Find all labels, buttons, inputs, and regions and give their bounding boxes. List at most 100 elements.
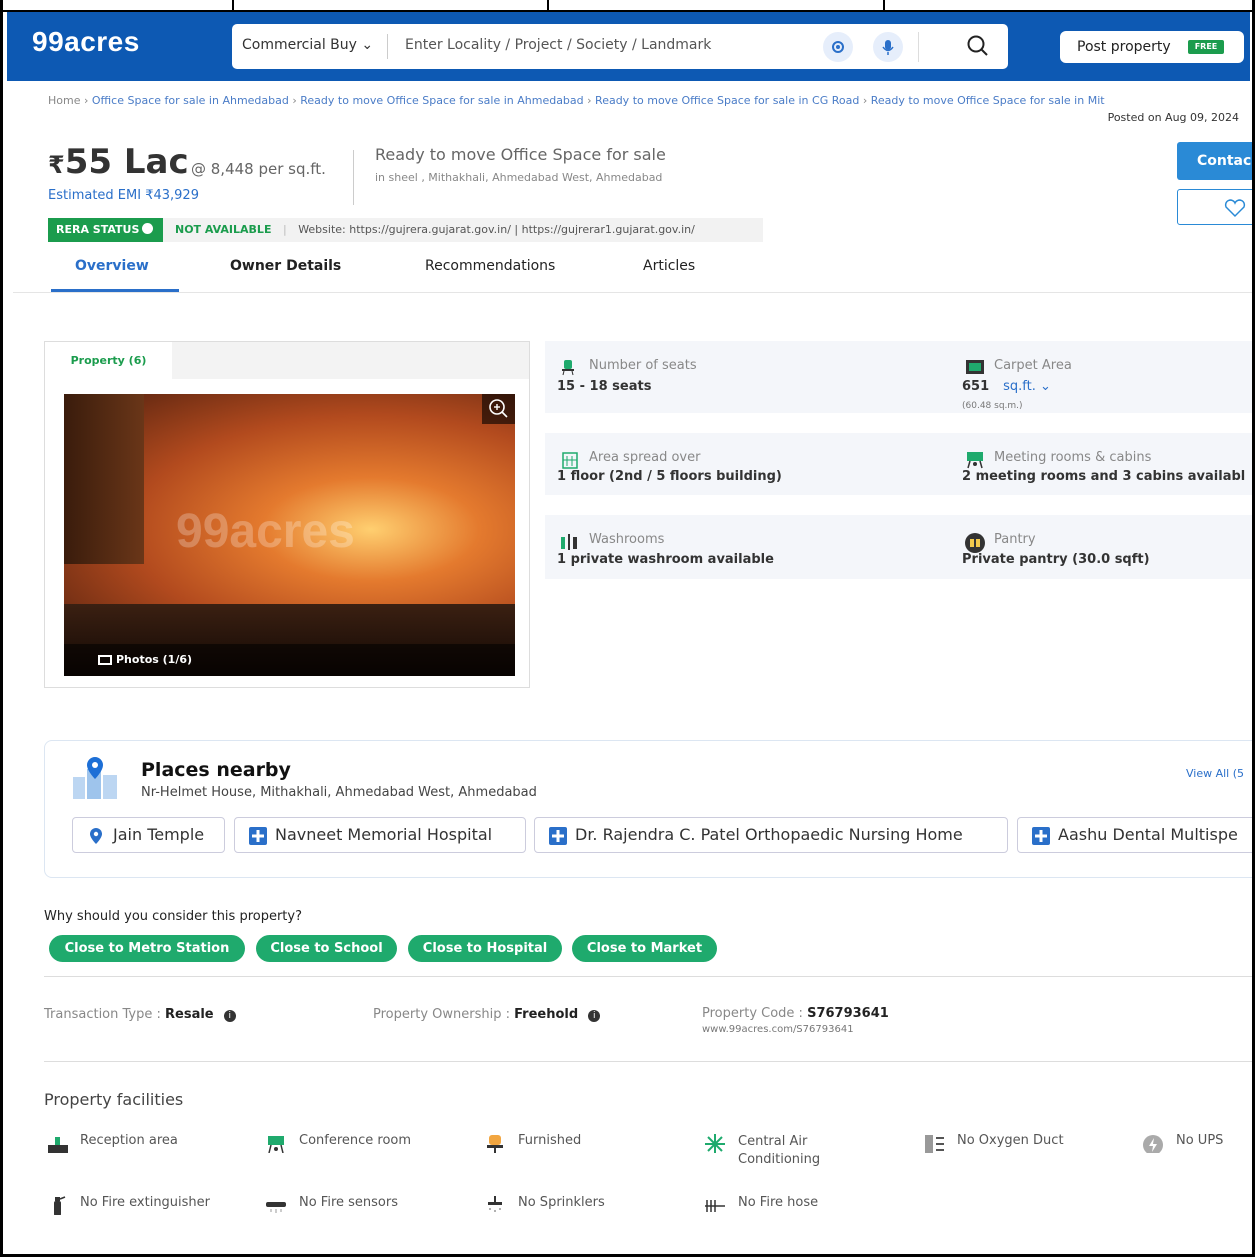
transaction-type: Transaction Type : Resale i xyxy=(44,1007,236,1022)
hospital-icon xyxy=(549,827,567,845)
search-input[interactable]: Enter Locality / Project / Society / Lan… xyxy=(405,37,711,53)
info-icon[interactable] xyxy=(142,223,154,234)
power-icon xyxy=(1143,1135,1163,1153)
detail-meeting-rooms: Meeting rooms & cabins 2 meeting rooms a… xyxy=(950,433,1252,495)
property-details: Number of seats 15 - 18 seats Carpet Are… xyxy=(545,341,1252,579)
watermark: 99acres xyxy=(176,505,355,558)
detail-pantry: Pantry Private pantry (30.0 sqft) xyxy=(950,515,1252,579)
chevron-down-icon: ⌄ xyxy=(361,37,374,53)
tab-articles[interactable]: Articles xyxy=(643,258,695,274)
why-consider-title: Why should you consider this property? xyxy=(44,909,302,924)
gallery-tab-property[interactable]: Property (6) xyxy=(45,342,172,380)
info-icon[interactable]: i xyxy=(223,1010,236,1022)
detail-washrooms: Washrooms 1 private washroom available xyxy=(545,515,950,579)
logo[interactable]: 99acres xyxy=(32,26,140,58)
price-per-sqft: @ 8,448 per sq.ft. xyxy=(191,160,326,178)
building-icon xyxy=(559,450,578,469)
unit-dropdown[interactable]: sq.ft. ⌄ xyxy=(1003,379,1051,394)
search-type-dropdown[interactable]: Commercial Buy ⌄ xyxy=(242,37,373,53)
location-pin-icon xyxy=(90,828,102,844)
property-code: Property Code : S76793641 xyxy=(702,1006,889,1021)
image-icon xyxy=(98,655,112,665)
place-chip[interactable]: Aashu Dental Multispe xyxy=(1017,817,1252,853)
property-photo[interactable]: 99acres Photos (1/6) xyxy=(64,394,515,676)
photo-gallery: Property (6) 99acres Photos (1/6) xyxy=(44,341,530,688)
post-property-button[interactable]: Post property FREE xyxy=(1060,31,1244,63)
property-ownership: Property Ownership : Freehold i xyxy=(373,1007,601,1022)
facility-item: No Oxygen Duct xyxy=(925,1133,1064,1153)
pantry-icon xyxy=(964,532,985,553)
page-frame: 99acres Commercial Buy ⌄ Enter Locality … xyxy=(0,0,1255,1257)
free-badge: FREE xyxy=(1188,40,1224,54)
breadcrumb: Home › Office Space for sale in Ahmedaba… xyxy=(48,94,1105,107)
price: ₹55 Lac xyxy=(48,142,189,182)
facility-item: Furnished xyxy=(487,1133,581,1153)
oxygen-duct-icon xyxy=(925,1135,944,1153)
breadcrumb-item[interactable]: Home xyxy=(48,94,80,107)
facility-item: No Fire extinguisher xyxy=(54,1195,210,1215)
sprinkler-icon xyxy=(488,1196,502,1212)
washroom-icon xyxy=(559,532,577,550)
facility-item: No Fire sensors xyxy=(266,1195,398,1213)
locate-icon[interactable] xyxy=(823,32,853,62)
facilities-title: Property facilities xyxy=(44,1090,184,1109)
facility-item: No UPS xyxy=(1143,1133,1223,1153)
contact-button[interactable]: Contac xyxy=(1177,142,1252,180)
view-all-link[interactable]: View All (5 xyxy=(1186,767,1244,780)
hospital-icon xyxy=(249,827,267,845)
tab-recommendations[interactable]: Recommendations xyxy=(425,258,555,274)
rera-info: NOT AVAILABLE | Website: https://gujrera… xyxy=(163,218,763,242)
air-conditioning-icon xyxy=(705,1134,725,1153)
search-bar[interactable]: Commercial Buy ⌄ Enter Locality / Projec… xyxy=(232,24,1008,69)
heart-icon xyxy=(1224,199,1246,218)
meeting-icon xyxy=(964,450,983,469)
hospital-icon xyxy=(1032,827,1050,845)
tab-owner-details[interactable]: Owner Details xyxy=(230,258,341,274)
info-icon[interactable]: i xyxy=(588,1010,601,1022)
place-chip[interactable]: Jain Temple xyxy=(72,817,225,853)
shortlist-button[interactable] xyxy=(1177,189,1252,225)
facility-item: No Sprinklers xyxy=(488,1195,605,1212)
place-chip[interactable]: Navneet Memorial Hospital xyxy=(234,817,526,853)
place-chip[interactable]: Dr. Rajendra C. Patel Orthopaedic Nursin… xyxy=(534,817,1008,853)
area-icon xyxy=(964,358,984,376)
highlight-tag: Close to Metro Station xyxy=(49,935,245,962)
nearby-address: Nr-Helmet House, Mithakhali, Ahmedabad W… xyxy=(141,785,537,800)
detail-seats: Number of seats 15 - 18 seats xyxy=(545,341,950,413)
fire-sensor-icon xyxy=(266,1202,286,1213)
places-nearby: Places nearby Nr-Helmet House, Mithakhal… xyxy=(44,740,1252,878)
microphone-icon[interactable] xyxy=(873,32,903,62)
rera-status-badge: RERA STATUS xyxy=(48,218,163,242)
property-location: in sheel , Mithakhali, Ahmedabad West, A… xyxy=(375,171,663,184)
property-url: www.99acres.com/S76793641 xyxy=(702,1024,854,1035)
facility-item: Conference room xyxy=(268,1133,411,1153)
highlight-tag: Close to School xyxy=(256,935,397,962)
facility-item: No Fire hose xyxy=(705,1195,818,1212)
rera-availability: NOT AVAILABLE xyxy=(175,223,272,236)
top-header: 99acres Commercial Buy ⌄ Enter Locality … xyxy=(7,12,1250,81)
breadcrumb-item[interactable]: Ready to move Office Space for sale in C… xyxy=(595,94,859,107)
posted-date: Posted on Aug 09, 2024 xyxy=(1107,111,1239,124)
city-pin-icon xyxy=(71,755,123,805)
breadcrumb-item[interactable]: Ready to move Office Space for sale in M… xyxy=(871,94,1105,107)
reception-icon xyxy=(48,1137,68,1153)
facility-item: Reception area xyxy=(48,1133,178,1153)
detail-carpet-area: Carpet Area 651 sq.ft. ⌄ (60.48 sq.m.) xyxy=(950,341,1252,413)
fire-hose-icon xyxy=(705,1200,725,1212)
property-title: Ready to move Office Space for sale xyxy=(375,145,666,164)
facility-item: Central Air Conditioning xyxy=(705,1133,848,1169)
emi-link[interactable]: Estimated EMI ₹43,929 xyxy=(48,188,199,203)
nearby-title: Places nearby xyxy=(141,759,291,781)
highlight-tag: Close to Market xyxy=(572,935,717,962)
breadcrumb-item[interactable]: Office Space for sale in Ahmedabad xyxy=(92,94,289,107)
conference-icon xyxy=(268,1136,284,1153)
search-icon[interactable] xyxy=(965,33,991,63)
zoom-in-icon[interactable] xyxy=(482,394,515,424)
tab-overview[interactable]: Overview xyxy=(75,258,149,274)
fire-extinguisher-icon xyxy=(54,1196,66,1215)
rera-website[interactable]: Website: https://gujrera.gujarat.gov.in/… xyxy=(298,223,695,236)
breadcrumb-item[interactable]: Ready to move Office Space for sale in A… xyxy=(300,94,583,107)
photo-caption: Photos (1/6) xyxy=(64,644,515,676)
detail-area-spread: Area spread over 1 floor (2nd / 5 floors… xyxy=(545,433,950,495)
highlight-tag: Close to Hospital xyxy=(408,935,562,962)
